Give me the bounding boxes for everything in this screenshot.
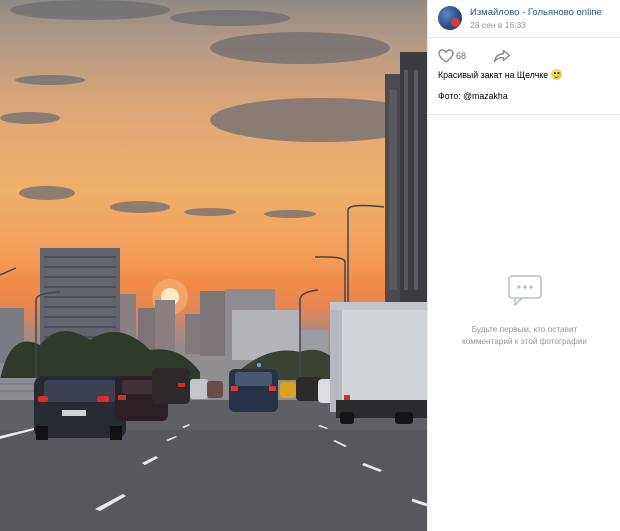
group-avatar[interactable] [438, 6, 462, 30]
post-header: Измайлово - Гольяново online 28 сен в 16… [428, 0, 620, 38]
share-arrow-icon[interactable] [493, 49, 511, 63]
post-photo[interactable] [0, 0, 427, 531]
post-sidebar: Измайлово - Гольяново online 28 сен в 16… [427, 0, 620, 531]
post-caption: Красивый закат на Щелчке [438, 69, 563, 80]
sunset-highway-photo [0, 0, 427, 531]
like-count[interactable]: 68 [456, 51, 466, 61]
group-name-link[interactable]: Измайлово - Гольяново online [470, 7, 602, 18]
post-date[interactable]: 28 сен в 16:33 [470, 20, 526, 30]
post-actions: 68 [438, 49, 618, 65]
empty-comments-line1: Будьте первым, кто оставит [471, 325, 578, 334]
heart-icon[interactable] [438, 49, 454, 63]
photo-credit: Фото: @mazakha [438, 91, 508, 101]
avatar-accent [451, 18, 460, 27]
chat-bubbles-icon [507, 275, 542, 306]
divider [428, 114, 620, 115]
empty-comments-text: Будьте первым, кто оставит комментарий к… [428, 324, 620, 348]
smile-emoji-icon [551, 69, 563, 80]
empty-comments: Будьте первым, кто оставит комментарий к… [428, 272, 620, 348]
post-caption-text: Красивый закат на Щелчке [438, 70, 549, 80]
empty-comments-line2: комментарий к этой фотографии [462, 337, 587, 346]
